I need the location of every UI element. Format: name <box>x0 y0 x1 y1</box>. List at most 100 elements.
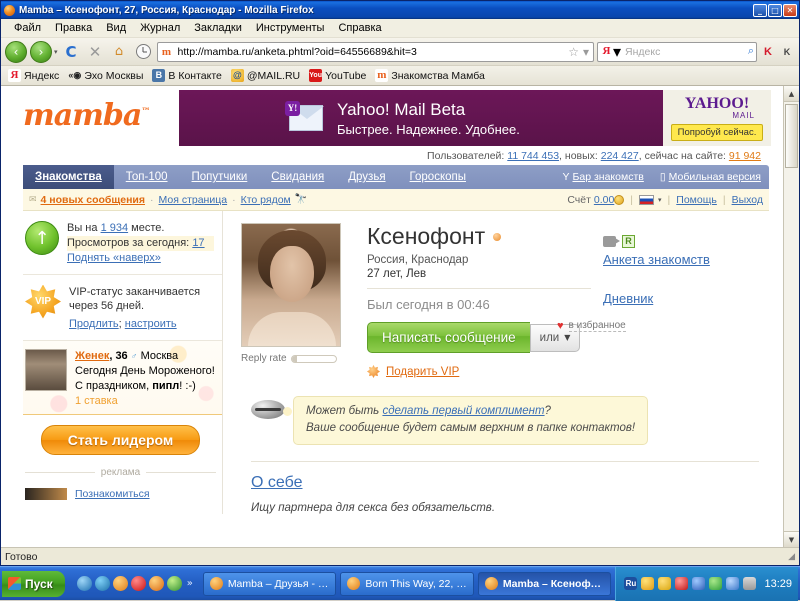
vip-extend-link[interactable]: Продлить <box>69 318 119 330</box>
toolbar-extra-icon[interactable]: K <box>779 47 795 57</box>
help-link[interactable]: Помощь <box>676 194 717 206</box>
tray-icon-7[interactable] <box>743 577 757 590</box>
maximize-button[interactable]: □ <box>768 3 782 17</box>
menu-item-bookmarks[interactable]: Закладки <box>187 20 249 36</box>
add-to-favorites[interactable]: ♥ в избранное <box>557 320 769 332</box>
bookmark-yandex[interactable]: Я Яндекс <box>5 68 62 83</box>
online-value[interactable]: 91 942 <box>729 150 761 162</box>
chevron-down-icon[interactable]: ▾ <box>654 196 662 204</box>
write-message-button[interactable]: Написать сообщение <box>367 322 530 353</box>
nav-bar-znakomstv[interactable]: Y Бар знакомств <box>554 165 651 189</box>
forward-button[interactable]: › <box>30 40 52 63</box>
vertical-scrollbar[interactable]: ▲ ▼ <box>783 86 799 547</box>
kaspersky-icon[interactable]: K <box>760 46 776 58</box>
tray-icon-4[interactable] <box>692 577 706 590</box>
resize-grip-icon[interactable]: ◢ <box>788 551 795 562</box>
nav-mobile-version[interactable]: ▯ Мобильная версия <box>652 165 769 189</box>
reload-icon[interactable]: C <box>61 41 82 62</box>
gift-vip-row[interactable]: Подарить VIP <box>367 365 591 378</box>
home-icon[interactable]: ⌂ <box>109 41 130 62</box>
profile-photo[interactable] <box>241 223 341 347</box>
bookmark-caret-icon[interactable]: ▾ <box>581 45 591 59</box>
gift-vip-link[interactable]: Подарить VIP <box>386 366 459 378</box>
media-player-icon[interactable] <box>166 576 182 591</box>
minimize-button[interactable]: _ <box>753 3 767 17</box>
history-clock-icon[interactable] <box>133 41 154 62</box>
bookmark-star-icon[interactable]: ☆ <box>566 45 581 59</box>
search-input[interactable]: Яндекс <box>621 46 748 58</box>
start-button[interactable]: Пуск <box>2 570 65 597</box>
firefox-icon[interactable] <box>112 576 128 591</box>
users-value[interactable]: 11 744 453 <box>507 150 559 162</box>
first-compliment-link[interactable]: сделать первый комплимент <box>382 405 544 417</box>
diary-link[interactable]: Дневник <box>603 291 769 306</box>
banner-cta-block[interactable]: YAHOO! MAIL Попробуй сейчас. <box>663 90 771 146</box>
address-bar[interactable]: m http://mamba.ru/anketa.phtml?oid=64556… <box>156 41 594 62</box>
balance-value[interactable]: 0.00 <box>594 194 614 206</box>
mamba-logo[interactable]: mamba™ <box>1 90 179 133</box>
tray-icon-1[interactable] <box>641 577 655 590</box>
scroll-up-arrow[interactable]: ▲ <box>784 86 799 102</box>
search-magnifier-icon[interactable]: ⌕ <box>748 45 754 58</box>
vip-settings-link[interactable]: настроить <box>125 318 177 330</box>
yandex-search-icon[interactable]: Я <box>600 45 613 58</box>
nav-tab-svidaniya[interactable]: Свидания <box>259 165 336 189</box>
bookmark-echo[interactable]: «◉ Эхо Москвы <box>65 68 146 83</box>
ad-link[interactable]: Познакомиться <box>75 488 150 500</box>
nav-tab-top100[interactable]: Топ-100 <box>114 165 180 189</box>
banner-cta-button[interactable]: Попробуй сейчас. <box>670 123 764 141</box>
nav-tab-poputchiki[interactable]: Попутчики <box>180 165 260 189</box>
bookmark-mailru[interactable]: @ @MAIL.RU <box>228 68 303 83</box>
logout-link[interactable]: Выход <box>732 194 763 206</box>
taskbar-item-active[interactable]: Mamba – Ксенофонт... <box>477 571 612 596</box>
bookmark-youtube[interactable]: You YouTube <box>306 68 369 83</box>
scroll-down-arrow[interactable]: ▼ <box>784 531 799 547</box>
taskbar-item[interactable]: Mamba – Друзья - Mozil... <box>202 571 337 596</box>
chevron-down-icon[interactable]: ▾ <box>54 48 58 56</box>
firefox-alt-icon[interactable] <box>148 576 164 591</box>
promo-user-name[interactable]: Женек <box>75 350 109 362</box>
my-page-link[interactable]: Моя страница <box>159 194 228 206</box>
tray-icon-5[interactable] <box>709 577 723 590</box>
language-indicator[interactable]: Ru <box>624 577 638 590</box>
nav-tab-druzya[interactable]: Друзья <box>336 165 397 189</box>
views-value[interactable]: 17 <box>192 237 204 249</box>
internet-explorer-icon[interactable] <box>76 576 92 591</box>
search-bar[interactable]: Я ▾ Яндекс ⌕ <box>597 41 757 62</box>
promo-avatar[interactable] <box>25 349 67 392</box>
bookmark-mamba[interactable]: m Знакомства Мамба <box>372 68 487 83</box>
browser-icon[interactable] <box>94 576 110 591</box>
who-near-link[interactable]: Кто рядом <box>241 194 291 206</box>
new-messages-link[interactable]: 4 новых сообщения <box>41 194 145 206</box>
menu-item-tools[interactable]: Инструменты <box>249 20 332 36</box>
bookmark-vk[interactable]: В В Контакте <box>149 68 224 83</box>
close-button[interactable]: ✕ <box>783 3 797 17</box>
menu-item-help[interactable]: Справка <box>331 20 388 36</box>
menu-item-file[interactable]: Файл <box>7 20 48 36</box>
ad-thumbnail[interactable] <box>25 488 67 501</box>
back-button[interactable]: ‹ <box>5 40 27 63</box>
promo-block[interactable]: Женек, 36 ♂ Москва Сегодня День Морожено… <box>23 340 222 414</box>
nav-tab-goroskopy[interactable]: Гороскопы <box>398 165 478 189</box>
opera-icon[interactable] <box>130 576 146 591</box>
taskbar-item[interactable]: Born This Way, 22, Крас... <box>340 571 474 596</box>
nav-tab-znakomstva[interactable]: Знакомства <box>23 165 114 189</box>
stop-icon[interactable]: ✕ <box>85 41 106 62</box>
menu-item-view[interactable]: Вид <box>99 20 133 36</box>
rank-place-value[interactable]: 1 934 <box>101 222 129 234</box>
menu-item-history[interactable]: Журнал <box>133 20 187 36</box>
system-clock[interactable]: 13:29 <box>764 578 792 590</box>
url-text[interactable]: http://mamba.ru/anketa.phtml?oid=6455668… <box>174 46 567 58</box>
scrollbar-thumb[interactable] <box>785 104 798 168</box>
kaspersky-tray-icon[interactable] <box>675 577 689 590</box>
become-leader-button[interactable]: Стать лидером <box>40 425 201 456</box>
russia-flag-icon[interactable] <box>639 194 655 205</box>
overflow-chevron-icon[interactable]: » <box>185 578 195 589</box>
tray-icon-6[interactable] <box>726 577 740 590</box>
menu-item-edit[interactable]: Правка <box>48 20 99 36</box>
scrollbar-track[interactable] <box>784 102 799 531</box>
yahoo-mail-banner[interactable]: Y! Yahoo! Mail Beta Быстрее. Надежнее. У… <box>179 90 771 146</box>
new-value[interactable]: 224 427 <box>601 150 639 162</box>
ad-row[interactable]: Познакомиться <box>23 480 222 504</box>
tray-icon-2[interactable] <box>658 577 672 590</box>
